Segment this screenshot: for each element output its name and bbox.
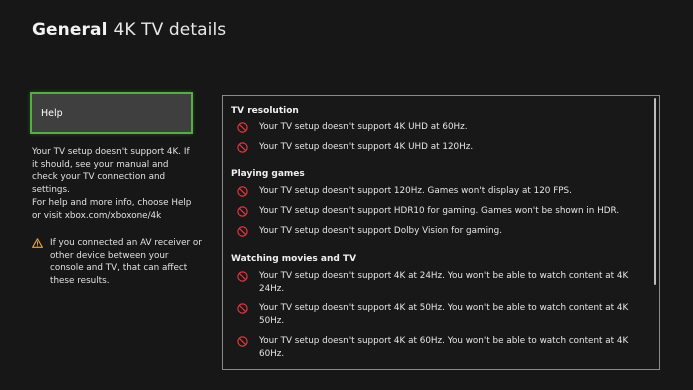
unsupported-4k-message: Your TV setup doesn't support 4K. If it … xyxy=(32,147,190,195)
no-entry-icon xyxy=(237,271,248,282)
item-text: Your TV setup doesn't support 4K UHD at … xyxy=(259,122,468,132)
tv-details-screen: General 4K TV details Help Your TV setup … xyxy=(0,0,693,390)
item-text: Your TV setup doesn't support HDR10 for … xyxy=(259,206,620,216)
warning-triangle-icon xyxy=(32,238,44,287)
no-entry-icon xyxy=(237,336,248,347)
help-button-label: Help xyxy=(41,107,63,119)
list-item: Your TV setup doesn't support HDR10 for … xyxy=(237,205,637,218)
group-title: TV resolution xyxy=(231,106,299,116)
section-title: General xyxy=(32,20,108,40)
av-receiver-warning: If you connected an AV receiver or other… xyxy=(32,237,202,287)
page-title: General 4K TV details xyxy=(32,20,226,40)
group-playing-games: Playing games xyxy=(231,168,649,180)
item-text: Your TV setup doesn't support 4K at 24Hz… xyxy=(259,271,629,294)
item-text: Your TV setup doesn't support 4K UHD at … xyxy=(259,142,474,152)
group-tv-resolution: TV resolution xyxy=(231,105,649,117)
list-item: Your TV setup doesn't support 120Hz. Gam… xyxy=(237,185,637,198)
list-item: Your TV setup doesn't support 4K at 60Hz… xyxy=(237,335,637,361)
item-text: Your TV setup doesn't support Dolby Visi… xyxy=(259,226,503,236)
help-info-message: For help and more info, choose Help or v… xyxy=(32,198,192,221)
group-title: Playing games xyxy=(231,169,305,179)
list-item: Your TV setup doesn't support 4K UHD at … xyxy=(237,121,637,134)
no-entry-icon xyxy=(237,206,248,217)
list-item: Your TV setup doesn't support Dolby Visi… xyxy=(237,225,637,238)
group-title: Watching movies and TV xyxy=(231,254,357,264)
item-text: Your TV setup doesn't support 4K at 50Hz… xyxy=(259,303,629,326)
list-item: Your TV setup doesn't support 4K at 24Hz… xyxy=(237,270,637,296)
list-item: Your TV setup doesn't support 4K at 50Hz… xyxy=(237,302,637,328)
no-entry-icon xyxy=(237,122,248,133)
scrollbar[interactable] xyxy=(654,98,656,285)
item-text: Your TV setup doesn't support 4K at 60Hz… xyxy=(259,336,629,359)
group-watching-movies: Watching movies and TV xyxy=(231,253,649,265)
list-item: Your TV setup doesn't support 4K UHD at … xyxy=(237,141,637,154)
details-panel[interactable]: TV resolution Your TV setup doesn't supp… xyxy=(222,95,660,370)
no-entry-icon xyxy=(237,186,248,197)
warning-text: If you connected an AV receiver or other… xyxy=(50,238,202,286)
item-text: Your TV setup doesn't support 120Hz. Gam… xyxy=(259,186,572,196)
no-entry-icon xyxy=(237,226,248,237)
no-entry-icon xyxy=(237,142,248,153)
help-button[interactable]: Help xyxy=(30,92,193,134)
page-subtitle: 4K TV details xyxy=(113,20,227,40)
no-entry-icon xyxy=(237,303,248,314)
